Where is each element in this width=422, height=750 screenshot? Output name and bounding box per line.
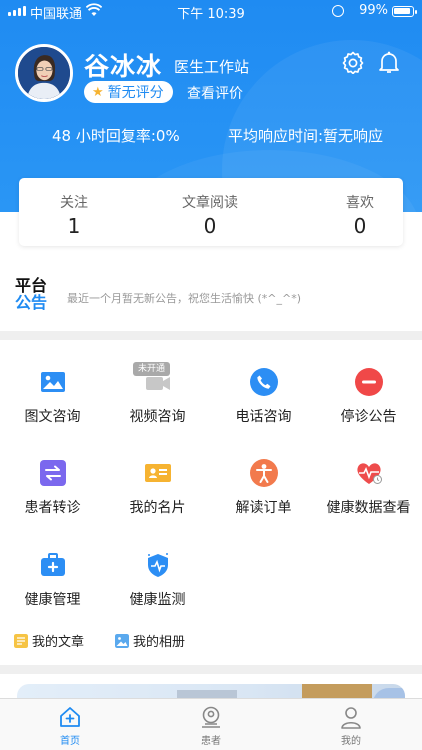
service-video-consult[interactable]: 未开通 视频咨询: [105, 362, 210, 438]
rating-badge: ★ 暂无评分: [84, 81, 173, 103]
service-label: 健康数据查看: [326, 500, 411, 516]
my-album-link[interactable]: 我的相册: [115, 631, 185, 650]
home-icon: [60, 707, 80, 727]
bell-icon[interactable]: [377, 50, 401, 74]
tab-patients[interactable]: 患者: [171, 705, 251, 747]
tab-label: 我的: [341, 736, 361, 747]
service-health-management[interactable]: 健康管理: [0, 551, 105, 621]
service-label: 我的名片: [129, 500, 186, 516]
tab-mine[interactable]: 我的: [311, 705, 391, 747]
service-label: 图文咨询: [24, 409, 81, 425]
counter-label: 文章阅读: [182, 195, 238, 211]
gear-icon[interactable]: [341, 50, 365, 74]
quick-link-label: 我的相册: [133, 635, 186, 650]
service-label: 患者转诊: [24, 500, 81, 516]
service-text-consult[interactable]: 图文咨询: [0, 368, 105, 438]
service-label: 健康监测: [129, 592, 186, 608]
section-divider: [0, 331, 422, 340]
rotation-lock-icon: [332, 5, 344, 17]
star-icon: ★: [92, 84, 104, 100]
rating-text: 暂无评分: [107, 85, 164, 101]
tab-bar: 首页 患者 我的: [0, 698, 422, 750]
medkit-icon: [40, 553, 65, 576]
heart-data-icon: [356, 463, 382, 484]
shield-icon: [147, 553, 168, 577]
user-icon: [341, 707, 361, 729]
service-health-monitoring[interactable]: 健康监测: [105, 551, 210, 621]
card-icon: [144, 464, 171, 482]
phone-icon: [249, 368, 278, 396]
view-reviews-link[interactable]: 查看评价: [187, 83, 243, 103]
service-patient-referral[interactable]: 患者转诊: [0, 459, 105, 529]
section-divider: [0, 665, 422, 674]
service-phone-consult[interactable]: 电话咨询: [211, 368, 316, 438]
service-health-data[interactable]: 健康数据查看: [316, 459, 421, 529]
platform-notice-logo: 平台 公告: [15, 276, 48, 312]
doctor-home-page: 中国联通 下午 10:39 99% 谷冰冰 医生工作站 ★ 暂无评分 查看评价: [0, 0, 422, 750]
tab-home[interactable]: 首页: [30, 705, 110, 747]
counter-value: 0: [353, 214, 367, 238]
album-icon: [115, 633, 129, 648]
counter-article-reads[interactable]: 文章阅读 0: [155, 192, 265, 238]
my-articles-link[interactable]: 我的文章: [14, 631, 84, 650]
avatar[interactable]: [15, 44, 73, 102]
tab-label: 首页: [60, 736, 80, 747]
counter-label: 喜欢: [346, 195, 374, 211]
article-icon: [14, 633, 28, 648]
service-business-card[interactable]: 我的名片: [105, 459, 210, 529]
counter-likes[interactable]: 喜欢 0: [305, 192, 415, 238]
workstation-label: 医生工作站: [174, 58, 250, 76]
person-icon: [249, 459, 278, 487]
tab-label: 患者: [201, 736, 221, 747]
counter-value: 1: [67, 214, 81, 238]
service-label: 解读订单: [235, 500, 292, 516]
quick-link-label: 我的文章: [32, 635, 85, 650]
service-label: 停诊公告: [340, 409, 397, 425]
battery-icon: [392, 6, 417, 17]
reply-rate: 48 小时回复率:0%: [52, 127, 180, 145]
counters-card: 关注 1 文章阅读 0 喜欢 0: [19, 178, 403, 246]
battery-percent: 99%: [359, 3, 388, 18]
patient-icon: [202, 706, 220, 728]
notice-text[interactable]: 最近一个月暂无新公告，祝您生活愉快 (*^_^*): [67, 290, 301, 306]
status-bar: 中国联通 下午 10:39 99%: [0, 0, 422, 22]
service-interpret-orders[interactable]: 解读订单: [211, 459, 316, 529]
video-icon: [145, 377, 170, 390]
service-label: 健康管理: [24, 592, 81, 608]
transfer-icon: [39, 460, 66, 486]
stop-icon: [354, 368, 383, 396]
doctor-name: 谷冰冰: [84, 52, 163, 81]
avg-response-time: 平均响应时间:暂无响应: [228, 127, 384, 145]
counter-label: 关注: [60, 195, 88, 211]
counter-follow[interactable]: 关注 1: [19, 192, 129, 238]
counter-value: 0: [203, 214, 217, 238]
service-label: 电话咨询: [235, 409, 292, 425]
image-icon: [40, 372, 65, 392]
service-label: 视频咨询: [129, 409, 186, 425]
service-suspension-notice[interactable]: 停诊公告: [316, 368, 421, 438]
